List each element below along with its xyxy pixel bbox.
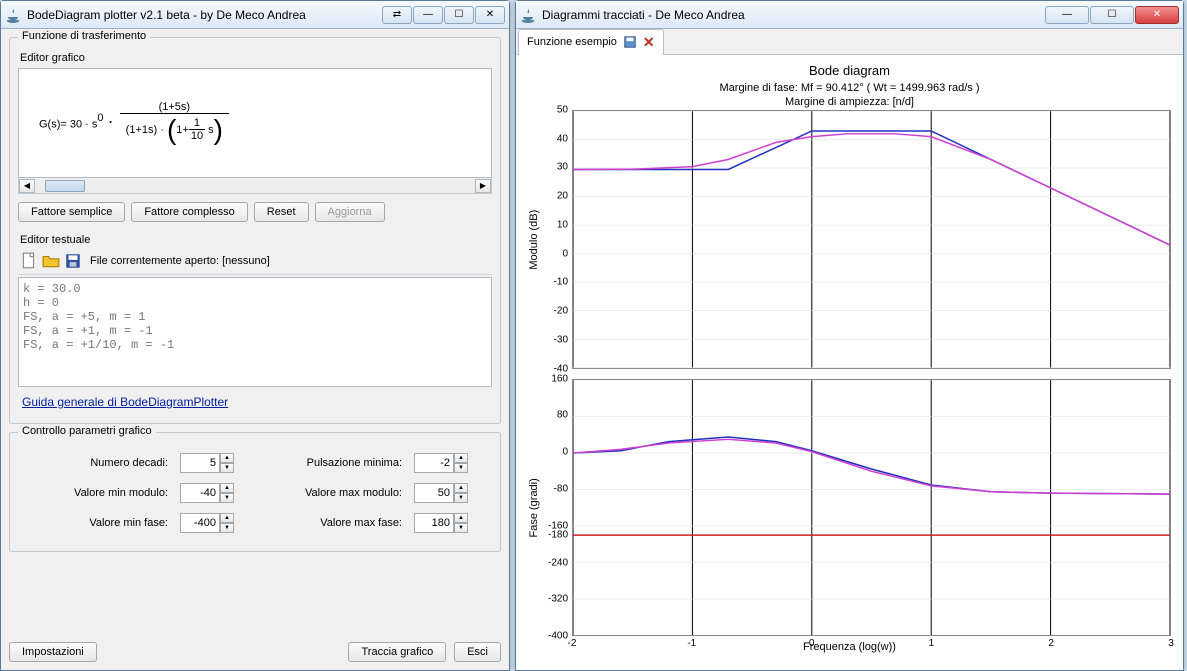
maximize-button[interactable]: ☐ bbox=[444, 6, 474, 24]
exit-button[interactable]: Esci bbox=[454, 642, 501, 662]
ylabel-mod: Modulo (dB) bbox=[528, 110, 540, 369]
tab-example[interactable]: Funzione esempio ✕ bbox=[518, 29, 664, 55]
subgroup-title: Editor grafico bbox=[18, 52, 492, 68]
min-phase-spinner[interactable]: ▲▼ bbox=[180, 513, 234, 533]
magnitude-chart bbox=[572, 110, 1171, 369]
plot-button[interactable]: Traccia grafico bbox=[348, 642, 446, 662]
new-file-icon[interactable] bbox=[20, 252, 38, 270]
tab-save-icon[interactable] bbox=[623, 35, 637, 49]
simple-factor-button[interactable]: Fattore semplice bbox=[18, 202, 125, 222]
phase-margin-label: Margine di fase: Mf = 90.412° ( Wt = 149… bbox=[528, 82, 1171, 94]
complex-factor-button[interactable]: Fattore complesso bbox=[131, 202, 247, 222]
label-min-mod: Valore min modulo: bbox=[38, 487, 168, 499]
titlebar-right[interactable]: Diagrammi tracciati - De Meco Andrea — ☐… bbox=[516, 1, 1183, 29]
scroll-thumb[interactable] bbox=[45, 180, 85, 192]
save-file-icon[interactable] bbox=[64, 252, 82, 270]
tab-label: Funzione esempio bbox=[527, 36, 617, 48]
label-max-phase: Valore max fase: bbox=[262, 517, 402, 529]
java-icon bbox=[5, 7, 21, 23]
h-scrollbar[interactable]: ◀ ▶ bbox=[18, 178, 492, 194]
file-open-label: File correntemente aperto: [nessuno] bbox=[90, 255, 270, 267]
source-textarea[interactable]: k = 30.0 h = 0 FS, a = +5, m = 1 FS, a =… bbox=[18, 277, 492, 387]
main-window: BodeDiagram plotter v2.1 beta - by De Me… bbox=[0, 0, 510, 671]
label-decades: Numero decadi: bbox=[38, 457, 168, 469]
java-icon bbox=[520, 7, 536, 23]
params-group: Controllo parametri grafico Numero decad… bbox=[9, 432, 501, 552]
formula-text: G(s)= 30 · s bbox=[39, 118, 97, 130]
gain-margin-label: Margine di ampiezza: [n/d] bbox=[528, 96, 1171, 108]
spin-up-icon[interactable]: ▲ bbox=[220, 453, 234, 463]
chart-area: Bode diagram Margine di fase: Mf = 90.41… bbox=[516, 55, 1183, 670]
max-mod-spinner[interactable]: ▲▼ bbox=[414, 483, 468, 503]
chart-title: Bode diagram bbox=[528, 63, 1171, 78]
decades-spinner[interactable]: ▲▼ bbox=[180, 453, 234, 473]
open-file-icon[interactable] bbox=[42, 252, 60, 270]
scroll-track[interactable] bbox=[35, 179, 475, 193]
graphic-editor-group: Editor grafico G(s)= 30 · s0 · (1+5s) (1… bbox=[18, 48, 492, 222]
phase-plot: Fase (gradi) -400-320-240-180-160-800801… bbox=[528, 379, 1171, 637]
file-toolbar: File correntemente aperto: [nessuno] bbox=[18, 248, 492, 275]
label-max-mod: Valore max modulo: bbox=[262, 487, 402, 499]
magnitude-plot: Modulo (dB) -40-30-20-1001020304050 bbox=[528, 110, 1171, 369]
scroll-left-icon[interactable]: ◀ bbox=[19, 179, 35, 193]
window-title-right: Diagrammi tracciati - De Meco Andrea bbox=[542, 8, 1045, 22]
close-button[interactable]: ✕ bbox=[1135, 6, 1179, 24]
settings-button[interactable]: Impostazioni bbox=[9, 642, 97, 662]
group-title-params: Controllo parametri grafico bbox=[18, 425, 156, 437]
min-mod-spinner[interactable]: ▲▼ bbox=[180, 483, 234, 503]
diagram-window: Diagrammi tracciati - De Meco Andrea — ☐… bbox=[515, 0, 1184, 671]
window-title-left: BodeDiagram plotter v2.1 beta - by De Me… bbox=[27, 8, 382, 22]
scroll-right-icon[interactable]: ▶ bbox=[475, 179, 491, 193]
titlebar-left[interactable]: BodeDiagram plotter v2.1 beta - by De Me… bbox=[1, 1, 509, 29]
update-button: Aggiorna bbox=[315, 202, 385, 222]
maximize-button[interactable]: ☐ bbox=[1090, 6, 1134, 24]
guide-link[interactable]: Guida generale di BodeDiagramPlotter bbox=[22, 395, 228, 409]
text-editor-group: Editor testuale File correntemente apert… bbox=[18, 234, 492, 387]
formula-denominator: (1+1s) · (1+110 s) bbox=[120, 114, 229, 146]
formula-exp: 0 bbox=[97, 111, 103, 123]
spin-down-icon[interactable]: ▼ bbox=[220, 463, 234, 473]
formula-display: G(s)= 30 · s0 · (1+5s) (1+1s) · (1+110 s… bbox=[18, 68, 492, 178]
minimize-button[interactable]: — bbox=[413, 6, 443, 24]
label-min-phase: Valore min fase: bbox=[38, 517, 168, 529]
ylabel-phase: Fase (gradi) bbox=[528, 379, 540, 637]
min-puls-spinner[interactable]: ▲▼ bbox=[414, 453, 468, 473]
xlabel: Frequenza (log(w)) bbox=[528, 641, 1171, 653]
tab-close-icon[interactable]: ✕ bbox=[643, 34, 655, 51]
formula-numerator: (1+5s) bbox=[120, 101, 229, 114]
close-button[interactable]: ✕ bbox=[475, 6, 505, 24]
reset-button[interactable]: Reset bbox=[254, 202, 309, 222]
transfer-function-group: Funzione di trasferimento Editor grafico… bbox=[9, 37, 501, 424]
label-min-puls: Pulsazione minima: bbox=[262, 457, 402, 469]
minimize-button[interactable]: — bbox=[1045, 6, 1089, 24]
phase-chart bbox=[572, 379, 1171, 637]
group-title: Funzione di trasferimento bbox=[18, 30, 150, 42]
tabbar: Funzione esempio ✕ bbox=[516, 29, 1183, 55]
swap-button[interactable]: ⇄ bbox=[382, 6, 412, 24]
max-phase-spinner[interactable]: ▲▼ bbox=[414, 513, 468, 533]
subgroup-title-text: Editor testuale bbox=[18, 234, 492, 248]
